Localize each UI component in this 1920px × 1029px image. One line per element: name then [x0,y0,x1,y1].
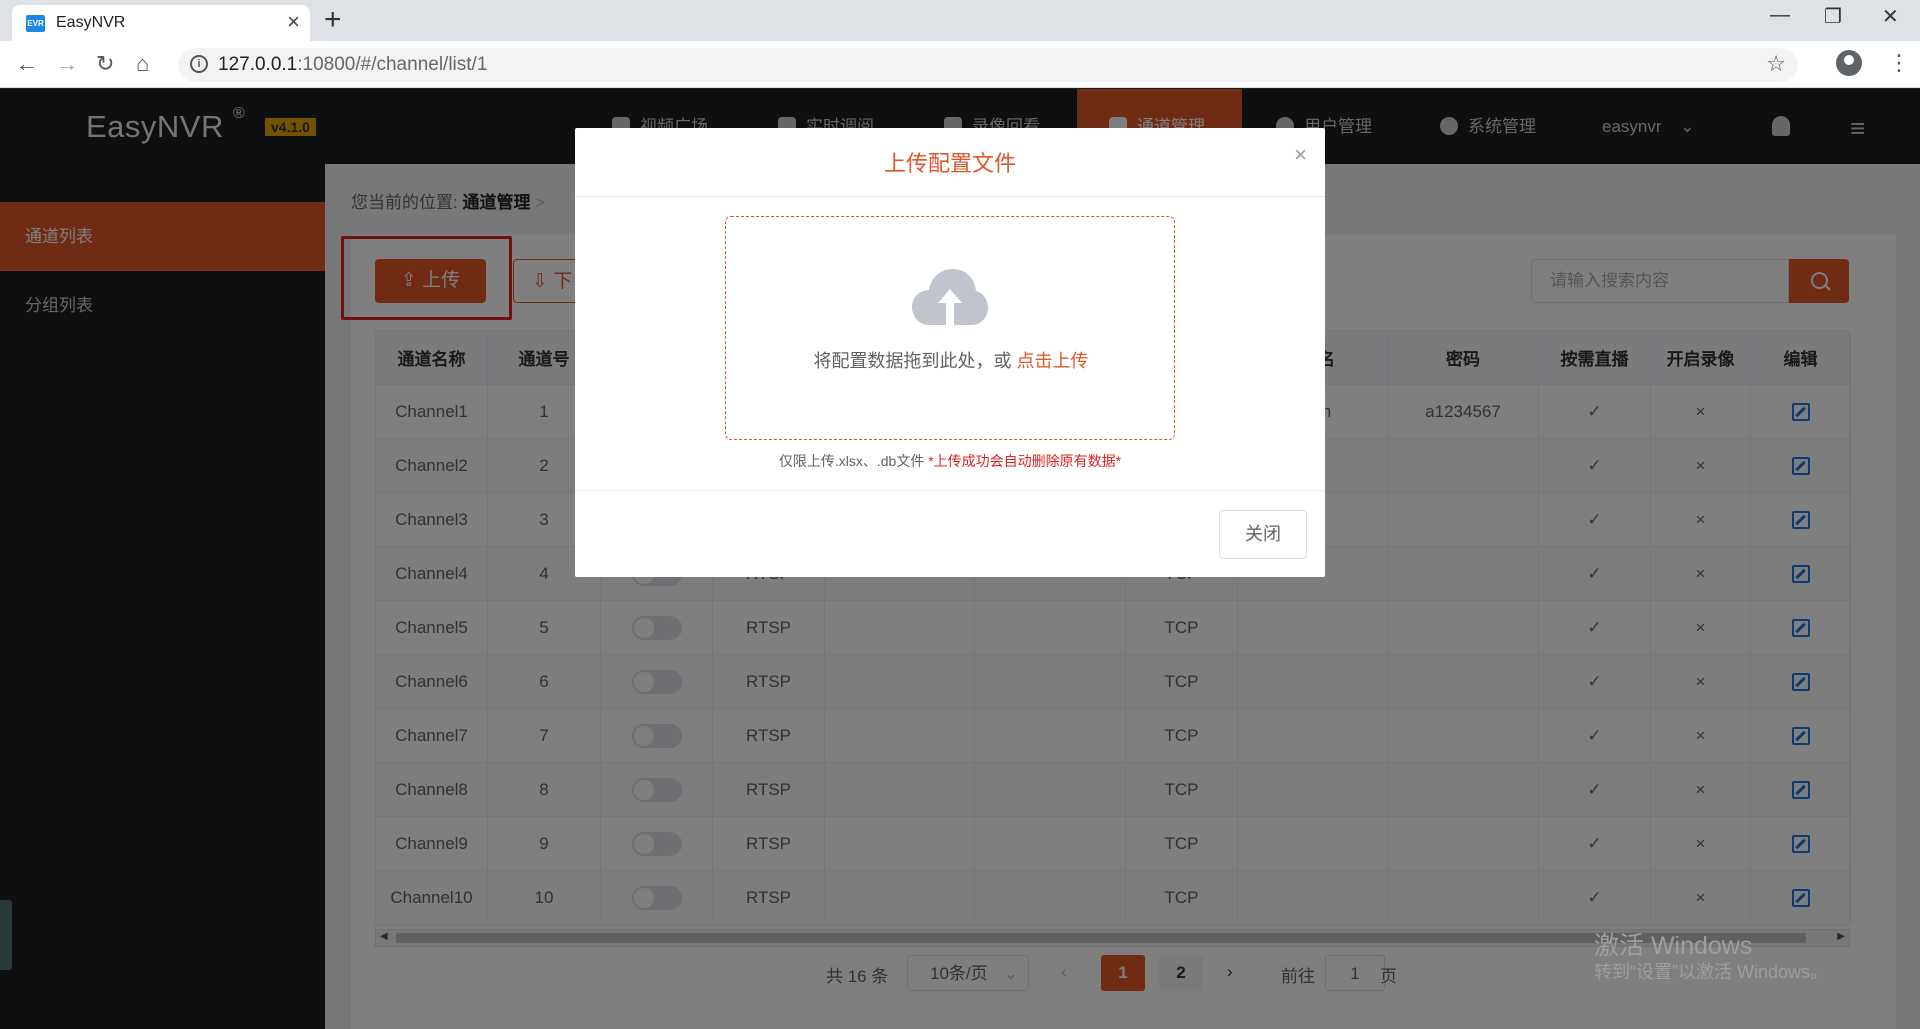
dialog-close-icon[interactable]: × [1294,142,1307,168]
drop-text: 将配置数据拖到此处，或 点击上传 [813,351,1089,371]
click-upload-link[interactable]: 点击上传 [1017,351,1089,371]
dialog-divider-bottom [575,490,1325,491]
dialog-title: 上传配置文件 [883,151,1016,176]
site-info-icon[interactable]: i [190,55,208,73]
tab-title: EasyNVR [56,14,126,31]
restore-icon[interactable]: ❐ [1824,4,1842,29]
browser-tab[interactable]: EVR EasyNVR × [12,5,310,41]
back-icon[interactable]: ← [16,51,38,77]
url-text: 127.0.0.1:10800/#/channel/list/1 [218,54,488,75]
minimize-icon[interactable]: — [1770,4,1790,27]
activation-watermark-title: 激活 Windows [1594,932,1753,960]
dialog-divider-top [575,196,1325,197]
browser-tabbar: EVR EasyNVR × + — ❐ ✕ [0,0,1920,41]
upload-dropzone[interactable]: 将配置数据拖到此处，或 点击上传 [725,216,1175,440]
new-tab-icon[interactable]: + [324,4,342,36]
upload-config-dialog: 上传配置文件 × 将配置数据拖到此处，或 点击上传 仅限上传.xlsx、.db文… [575,128,1325,577]
cloud-upload-icon [912,269,988,325]
forward-icon[interactable]: → [56,51,78,77]
bookmark-star-icon[interactable]: ☆ [1766,51,1786,77]
activation-watermark-subtitle: 转到“设置”以激活 Windows。 [1594,962,1829,982]
address-bar[interactable]: i 127.0.0.1:10800/#/channel/list/1 ☆ [178,48,1798,82]
side-widget[interactable] [0,900,12,970]
browser-menu-icon[interactable]: ⋮ [1888,50,1910,76]
reload-icon[interactable]: ↻ [96,51,114,77]
close-button[interactable]: 关闭 [1219,510,1307,559]
profile-icon[interactable] [1836,50,1862,76]
home-icon[interactable]: ⌂ [136,51,149,77]
tab-close-icon[interactable]: × [287,11,300,33]
browser-toolbar: ← → ↻ ⌂ i 127.0.0.1:10800/#/channel/list… [0,41,1920,88]
upload-tip: 仅限上传.xlsx、.db文件 *上传成功会自动删除原有数据* [778,453,1122,469]
window-close-icon[interactable]: ✕ [1882,4,1899,29]
favicon-icon: EVR [26,15,45,32]
